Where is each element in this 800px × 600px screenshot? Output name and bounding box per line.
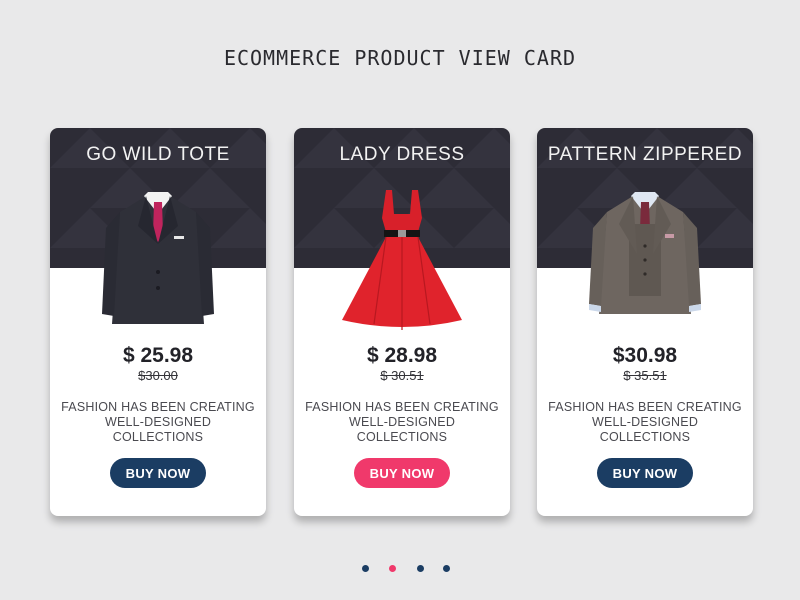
red-dress-image — [342, 190, 462, 330]
dark-suit-image — [102, 192, 214, 324]
pagination-dot-4[interactable] — [443, 565, 450, 572]
pagination-dot-1[interactable] — [362, 565, 369, 572]
old-price: $ 35.51 — [623, 368, 667, 383]
buy-now-button[interactable]: BUY NOW — [110, 458, 206, 488]
tweed-suit-image — [589, 192, 701, 314]
card-title: GO WILD TOTE — [86, 144, 230, 165]
price: $ 28.98 — [366, 344, 438, 367]
product-description: FASHION HAS BEEN CREATING WELL-DESIGNED … — [545, 400, 745, 445]
card-title: PATTERN ZIPPERED — [547, 144, 743, 165]
price: $30.98 — [612, 344, 678, 367]
product-description: FASHION HAS BEEN CREATING WELL-DESIGNED … — [302, 400, 502, 445]
description-line-2: WELL-DESIGNED COLLECTIONS — [104, 415, 212, 444]
product-card-go-wild-tote[interactable]: GO WILD TOTE $ 25.98 $30.00 FASHION HAS … — [50, 128, 266, 516]
description-line-1: FASHION HAS BEEN CREATING — [305, 400, 499, 414]
card-title: LADY DRESS — [339, 144, 465, 165]
product-card-lady-dress[interactable]: LADY DRESS $ 28.98 $ 30.51 FASHION HAS B… — [294, 128, 510, 516]
pagination-dots — [360, 565, 452, 573]
price: $ 25.98 — [122, 344, 194, 367]
description-line-1: FASHION HAS BEEN CREATING — [548, 400, 742, 414]
old-price: $30.00 — [138, 368, 178, 383]
pagination-dot-2-active[interactable] — [389, 565, 396, 572]
product-description: FASHION HAS BEEN CREATING WELL-DESIGNED … — [58, 400, 258, 445]
pagination-dot-3[interactable] — [417, 565, 424, 572]
buy-now-button[interactable]: BUY NOW — [597, 458, 693, 488]
description-line-2: WELL-DESIGNED COLLECTIONS — [591, 415, 699, 444]
buy-now-button[interactable]: BUY NOW — [354, 458, 450, 488]
description-line-2: WELL-DESIGNED COLLECTIONS — [348, 415, 456, 444]
description-line-1: FASHION HAS BEEN CREATING — [61, 400, 255, 414]
page-title: ECOMMERCE PRODUCT VIEW CARD — [223, 46, 577, 70]
product-card-pattern-zippered[interactable]: PATTERN ZIPPERED $30.98 $ 35.51 FASHION … — [537, 128, 753, 516]
page: ECOMMERCE PRODUCT VIEW CARD GO WILD TOTE — [0, 0, 800, 600]
old-price: $ 30.51 — [380, 368, 424, 383]
